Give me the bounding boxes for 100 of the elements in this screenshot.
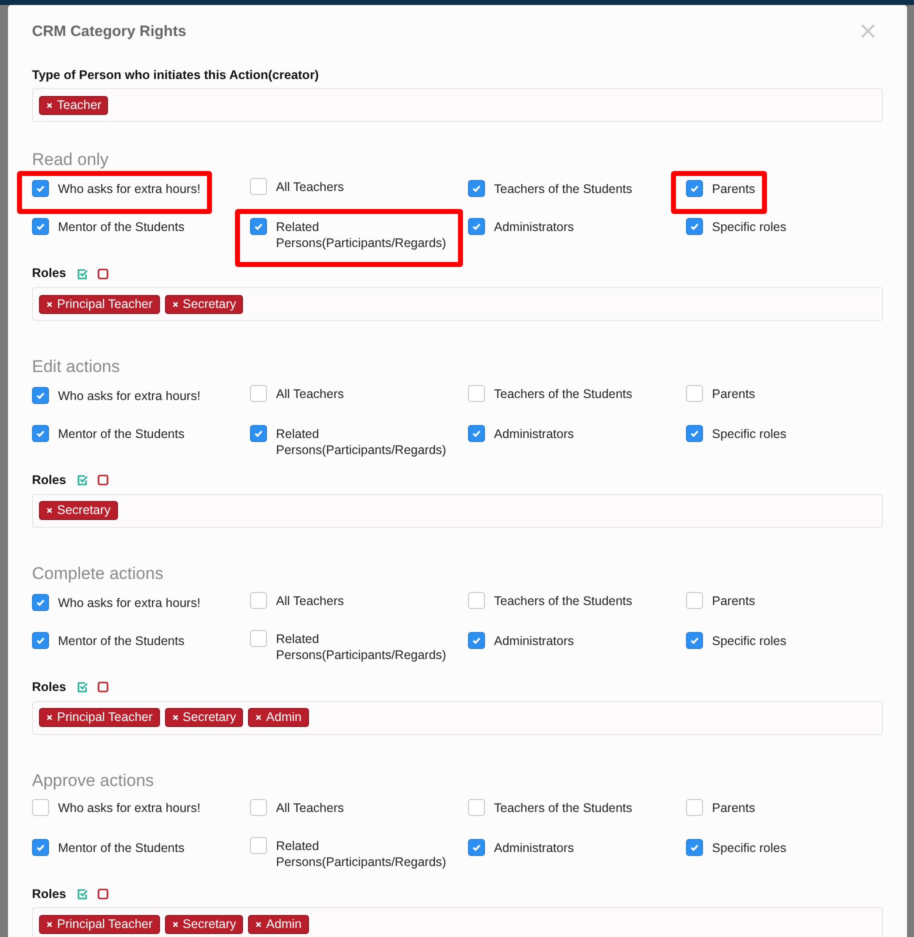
checkbox[interactable] — [250, 592, 267, 609]
remove-icon[interactable] — [46, 714, 53, 721]
checkbox-option[interactable]: Specific roles — [686, 425, 786, 442]
checkbox-option[interactable]: Related Persons(Participants/Regards) — [250, 218, 451, 252]
select-all-icon[interactable] — [76, 268, 88, 280]
tag-input-field[interactable]: Principal Teacher Secretary Admin — [32, 907, 883, 937]
remove-icon[interactable] — [255, 714, 262, 721]
checkbox[interactable] — [250, 385, 267, 402]
check-icon — [471, 183, 482, 194]
checkbox-option[interactable]: Administrators — [468, 425, 574, 442]
checked-checkbox[interactable] — [32, 425, 49, 442]
clear-all-icon[interactable] — [97, 681, 110, 694]
checkbox[interactable] — [468, 385, 485, 402]
checked-checkbox[interactable] — [32, 838, 49, 856]
checkbox[interactable] — [686, 798, 703, 816]
field-label: Roles — [32, 472, 66, 489]
checked-checkbox[interactable] — [32, 218, 49, 236]
checkbox-option[interactable]: Parents — [686, 385, 756, 402]
checkbox-option[interactable]: Administrators — [468, 838, 574, 856]
remove-icon[interactable] — [172, 300, 179, 308]
role-tag: Principal Teacher — [39, 914, 160, 934]
checkbox-option[interactable]: Specific roles — [686, 632, 786, 649]
checked-checkbox[interactable] — [250, 218, 267, 236]
checkbox-option[interactable]: Teachers of the Students — [468, 592, 632, 609]
checkbox[interactable] — [32, 798, 49, 816]
checkbox[interactable] — [250, 798, 267, 816]
checkbox-option[interactable]: All Teachers — [250, 385, 344, 402]
checkbox-option[interactable]: Who asks for extra hours! — [32, 180, 200, 198]
checkbox-option[interactable]: Teachers of the Students — [468, 385, 632, 402]
checkbox-option[interactable]: Administrators — [468, 632, 574, 649]
checkbox-option[interactable]: All Teachers — [250, 592, 344, 609]
remove-icon[interactable] — [46, 920, 53, 928]
checked-checkbox[interactable] — [468, 425, 485, 442]
checked-checkbox[interactable] — [250, 425, 267, 442]
checkbox-option[interactable]: Parents — [686, 180, 756, 198]
checkbox-option[interactable]: Specific roles — [686, 838, 786, 856]
check-icon — [35, 390, 46, 401]
checkbox-option[interactable]: Specific roles — [686, 218, 786, 236]
checked-checkbox[interactable] — [686, 838, 703, 856]
checked-checkbox[interactable] — [686, 180, 703, 198]
checkbox-option[interactable]: Who asks for extra hours! — [32, 798, 200, 816]
checkbox-option[interactable]: Mentor of the Students — [32, 838, 184, 856]
checkbox-option[interactable]: Who asks for extra hours! — [32, 387, 200, 404]
checkbox-option[interactable]: All Teachers — [250, 798, 344, 816]
select-all-icon[interactable] — [76, 681, 88, 694]
checked-checkbox[interactable] — [686, 425, 703, 442]
checkbox-option[interactable]: Who asks for extra hours! — [32, 594, 200, 611]
checkbox[interactable] — [250, 630, 267, 647]
checked-checkbox[interactable] — [32, 387, 49, 404]
checked-checkbox[interactable] — [686, 218, 703, 236]
checkbox-option[interactable]: Administrators — [468, 218, 574, 236]
checkbox-option[interactable]: Mentor of the Students — [32, 218, 184, 236]
remove-icon[interactable] — [46, 300, 53, 308]
checkbox-option[interactable]: Mentor of the Students — [32, 425, 184, 442]
checkbox-option[interactable]: Teachers of the Students — [468, 180, 632, 198]
checkbox-option[interactable]: Teachers of the Students — [468, 798, 632, 816]
checkbox-option[interactable]: Related Persons(Participants/Regards) — [250, 630, 451, 663]
checked-checkbox[interactable] — [32, 632, 49, 649]
remove-icon[interactable] — [172, 920, 179, 928]
tag-input-field[interactable]: Secretary — [32, 494, 883, 528]
clear-all-icon[interactable] — [97, 268, 110, 280]
checked-checkbox[interactable] — [468, 218, 485, 236]
checkbox[interactable] — [686, 592, 703, 609]
checkbox-option[interactable]: Parents — [686, 798, 756, 816]
check-icon — [253, 428, 264, 439]
clear-all-icon[interactable] — [97, 888, 110, 900]
section-heading: Approve actions — [32, 770, 155, 790]
checkbox-option[interactable]: Related Persons(Participants/Regards) — [250, 836, 451, 870]
remove-icon[interactable] — [46, 102, 53, 109]
tag-input-field[interactable]: Teacher — [32, 88, 883, 122]
check-icon — [35, 428, 46, 439]
field-label: Roles — [32, 265, 66, 282]
checkbox[interactable] — [250, 178, 267, 196]
remove-icon[interactable] — [255, 920, 262, 928]
checked-checkbox[interactable] — [32, 180, 49, 198]
checked-checkbox[interactable] — [468, 180, 485, 198]
checkbox-option[interactable]: Mentor of the Students — [32, 632, 184, 649]
select-all-icon[interactable] — [76, 888, 88, 900]
checkbox-option[interactable]: Related Persons(Participants/Regards) — [250, 425, 451, 458]
checkbox[interactable] — [250, 836, 267, 854]
remove-icon[interactable] — [46, 507, 53, 514]
check-icon — [35, 183, 46, 194]
role-tag: Teacher — [39, 96, 108, 115]
clear-all-icon[interactable] — [97, 474, 110, 486]
checkbox[interactable] — [468, 798, 485, 816]
checkbox[interactable] — [468, 592, 485, 609]
tag-input-field[interactable]: Principal Teacher Secretary Admin — [32, 700, 883, 734]
select-all-icon[interactable] — [76, 474, 88, 486]
checked-checkbox[interactable] — [32, 594, 49, 611]
checked-checkbox[interactable] — [468, 632, 485, 649]
checkbox-option[interactable]: All Teachers — [250, 178, 344, 196]
section-heading: Read only — [32, 150, 110, 170]
checked-checkbox[interactable] — [468, 838, 485, 856]
tag-input-field[interactable]: Principal Teacher Secretary — [32, 287, 883, 321]
checked-checkbox[interactable] — [686, 632, 703, 649]
checkbox[interactable] — [686, 385, 703, 402]
remove-icon[interactable] — [172, 714, 179, 721]
checkbox-option[interactable]: Parents — [686, 592, 756, 609]
role-tag: Secretary — [39, 501, 118, 520]
check-icon — [689, 428, 700, 439]
